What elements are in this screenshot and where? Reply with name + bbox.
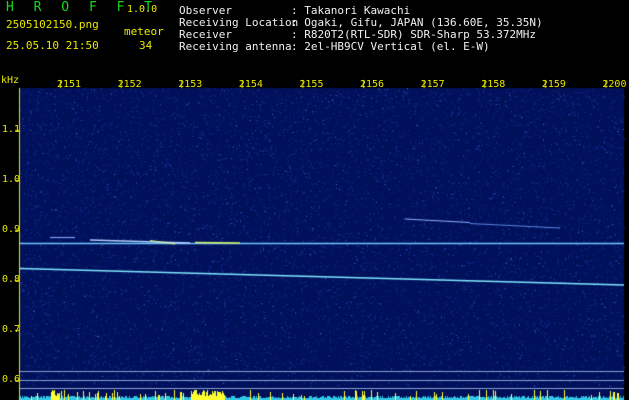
x-tick-label: 2154 xyxy=(238,79,263,90)
y-tick-label: 0.6 xyxy=(2,374,21,385)
x-tick-label: 2159 xyxy=(541,79,566,90)
antenna-value: : 2el-HB9CV Vertical (el. E-W) xyxy=(291,40,490,53)
app-version: 1.0.0 xyxy=(127,4,158,15)
x-tick-label: 2157 xyxy=(420,79,445,90)
y-tick-label: 0.7 xyxy=(2,324,21,335)
x-tick-label: 2151 xyxy=(57,79,82,90)
x-tick-label: 2155 xyxy=(299,79,324,90)
y-tick-label: 0.9 xyxy=(2,224,21,235)
spectrogram-overlay: kHz 2151 2152 2153 2154 2155 2156 2157 2158 2159… xyxy=(0,74,629,400)
y-unit-label: kHz xyxy=(1,75,20,86)
meteor-count: 34 xyxy=(139,39,153,52)
x-tick-label: 2152 xyxy=(117,79,142,90)
y-tick-label: 0.8 xyxy=(2,274,21,285)
antenna-label: Receiving antenna xyxy=(179,40,292,53)
y-tick-label: 1.0 xyxy=(2,174,21,185)
x-tick-label: 2200 xyxy=(602,79,627,90)
x-tick-label: 2153 xyxy=(178,79,203,90)
y-tick-label: 1.1 xyxy=(2,124,21,135)
header-panel: H R O F F T 1.0.0 2505102150.png meteor … xyxy=(0,0,629,74)
meteor-label: meteor xyxy=(124,25,164,38)
x-tick-label: 2158 xyxy=(481,79,506,90)
filename: 2505102150.png xyxy=(6,18,99,31)
datetime: 25.05.10 21:50 xyxy=(6,39,99,52)
x-tick-label: 2156 xyxy=(360,79,385,90)
